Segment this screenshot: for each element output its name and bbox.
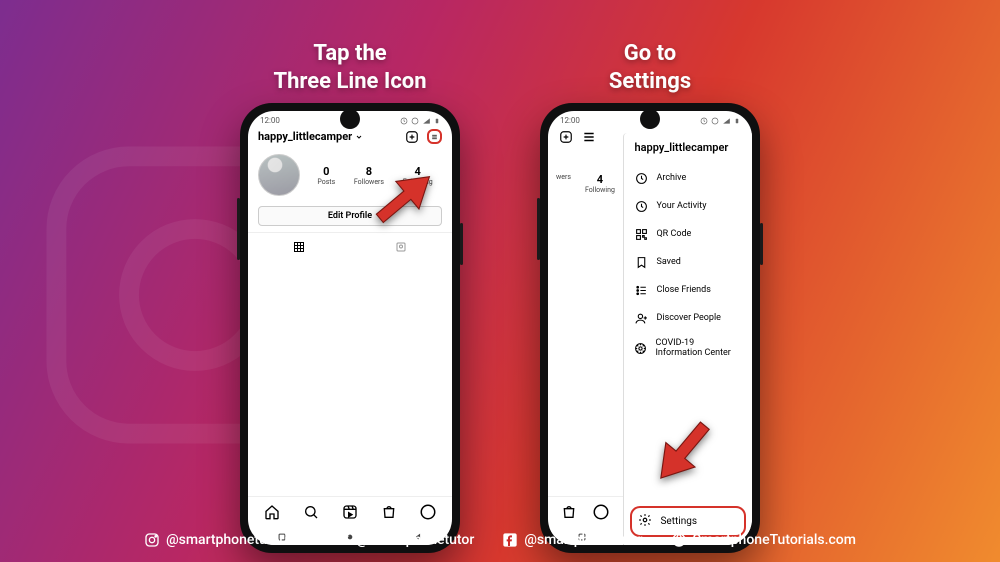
menu-qr-code[interactable]: QR Code <box>624 220 752 248</box>
facebook-icon <box>502 532 518 548</box>
menu-saved[interactable]: Saved <box>624 248 752 276</box>
shop-tab[interactable] <box>380 503 398 521</box>
twitter-icon <box>334 532 350 548</box>
bottom-nav <box>248 496 452 527</box>
stat-following[interactable]: 4Following <box>585 173 615 194</box>
hamburger-menu-button[interactable] <box>581 129 596 144</box>
globe-icon <box>671 532 687 548</box>
phone-mockup-left: 12:00 happy_littlecamper <box>240 103 460 553</box>
menu-close-friends[interactable]: Close Friends <box>624 276 752 304</box>
list-icon <box>634 283 648 297</box>
profile-tab[interactable] <box>419 503 437 521</box>
status-time: 12:00 <box>560 116 580 125</box>
username-dropdown[interactable]: happy_littlecamper <box>258 130 363 143</box>
footer-twitter[interactable]: @smartphonetutor <box>334 532 474 548</box>
status-icons <box>700 117 740 125</box>
search-tab[interactable] <box>302 503 320 521</box>
instagram-icon <box>144 532 160 548</box>
shop-tab[interactable] <box>560 503 578 521</box>
drawer-username: happy_littlecamper <box>624 133 752 164</box>
saved-icon <box>634 255 648 269</box>
gear-icon <box>638 513 652 530</box>
footer-instagram[interactable]: @smartphonetutorials <box>144 532 306 548</box>
chevron-down-icon <box>355 133 363 141</box>
grid-tab[interactable] <box>248 233 350 262</box>
profile-tab[interactable] <box>592 503 610 521</box>
activity-icon <box>634 199 648 213</box>
menu-your-activity[interactable]: Your Activity <box>624 192 752 220</box>
stat-posts[interactable]: 0Posts <box>317 165 335 186</box>
create-post-button[interactable] <box>558 129 573 144</box>
profile-avatar[interactable] <box>258 154 300 196</box>
tutorial-arrow-right <box>639 400 734 495</box>
caption-right: Go toSettings <box>609 40 691 95</box>
caption-left: Tap theThree Line Icon <box>273 40 426 95</box>
footer-website[interactable]: SmartphoneTutorials.com <box>671 532 856 548</box>
home-tab[interactable] <box>263 503 281 521</box>
footer-facebook[interactable]: @smartphonetutor <box>502 532 642 548</box>
create-post-button[interactable] <box>404 129 419 144</box>
menu-discover-people[interactable]: Discover People <box>624 304 752 332</box>
info-icon <box>634 342 647 356</box>
menu-covid-info[interactable]: COVID-19 Information Center <box>624 332 752 366</box>
person-add-icon <box>634 311 648 325</box>
status-icons <box>400 117 440 125</box>
footer-socials: @smartphonetutorials @smartphonetutor @s… <box>0 532 1000 548</box>
reels-tab[interactable] <box>341 503 359 521</box>
phone-mockup-right: 12:00 wers 4Following <box>540 103 760 553</box>
tutorial-arrow-left <box>353 156 448 246</box>
stat-followers-partial: wers <box>556 173 571 194</box>
hamburger-menu-button[interactable] <box>427 129 442 144</box>
menu-archive[interactable]: Archive <box>624 164 752 192</box>
status-time: 12:00 <box>260 116 280 125</box>
qr-icon <box>634 227 648 241</box>
archive-icon <box>634 171 648 185</box>
